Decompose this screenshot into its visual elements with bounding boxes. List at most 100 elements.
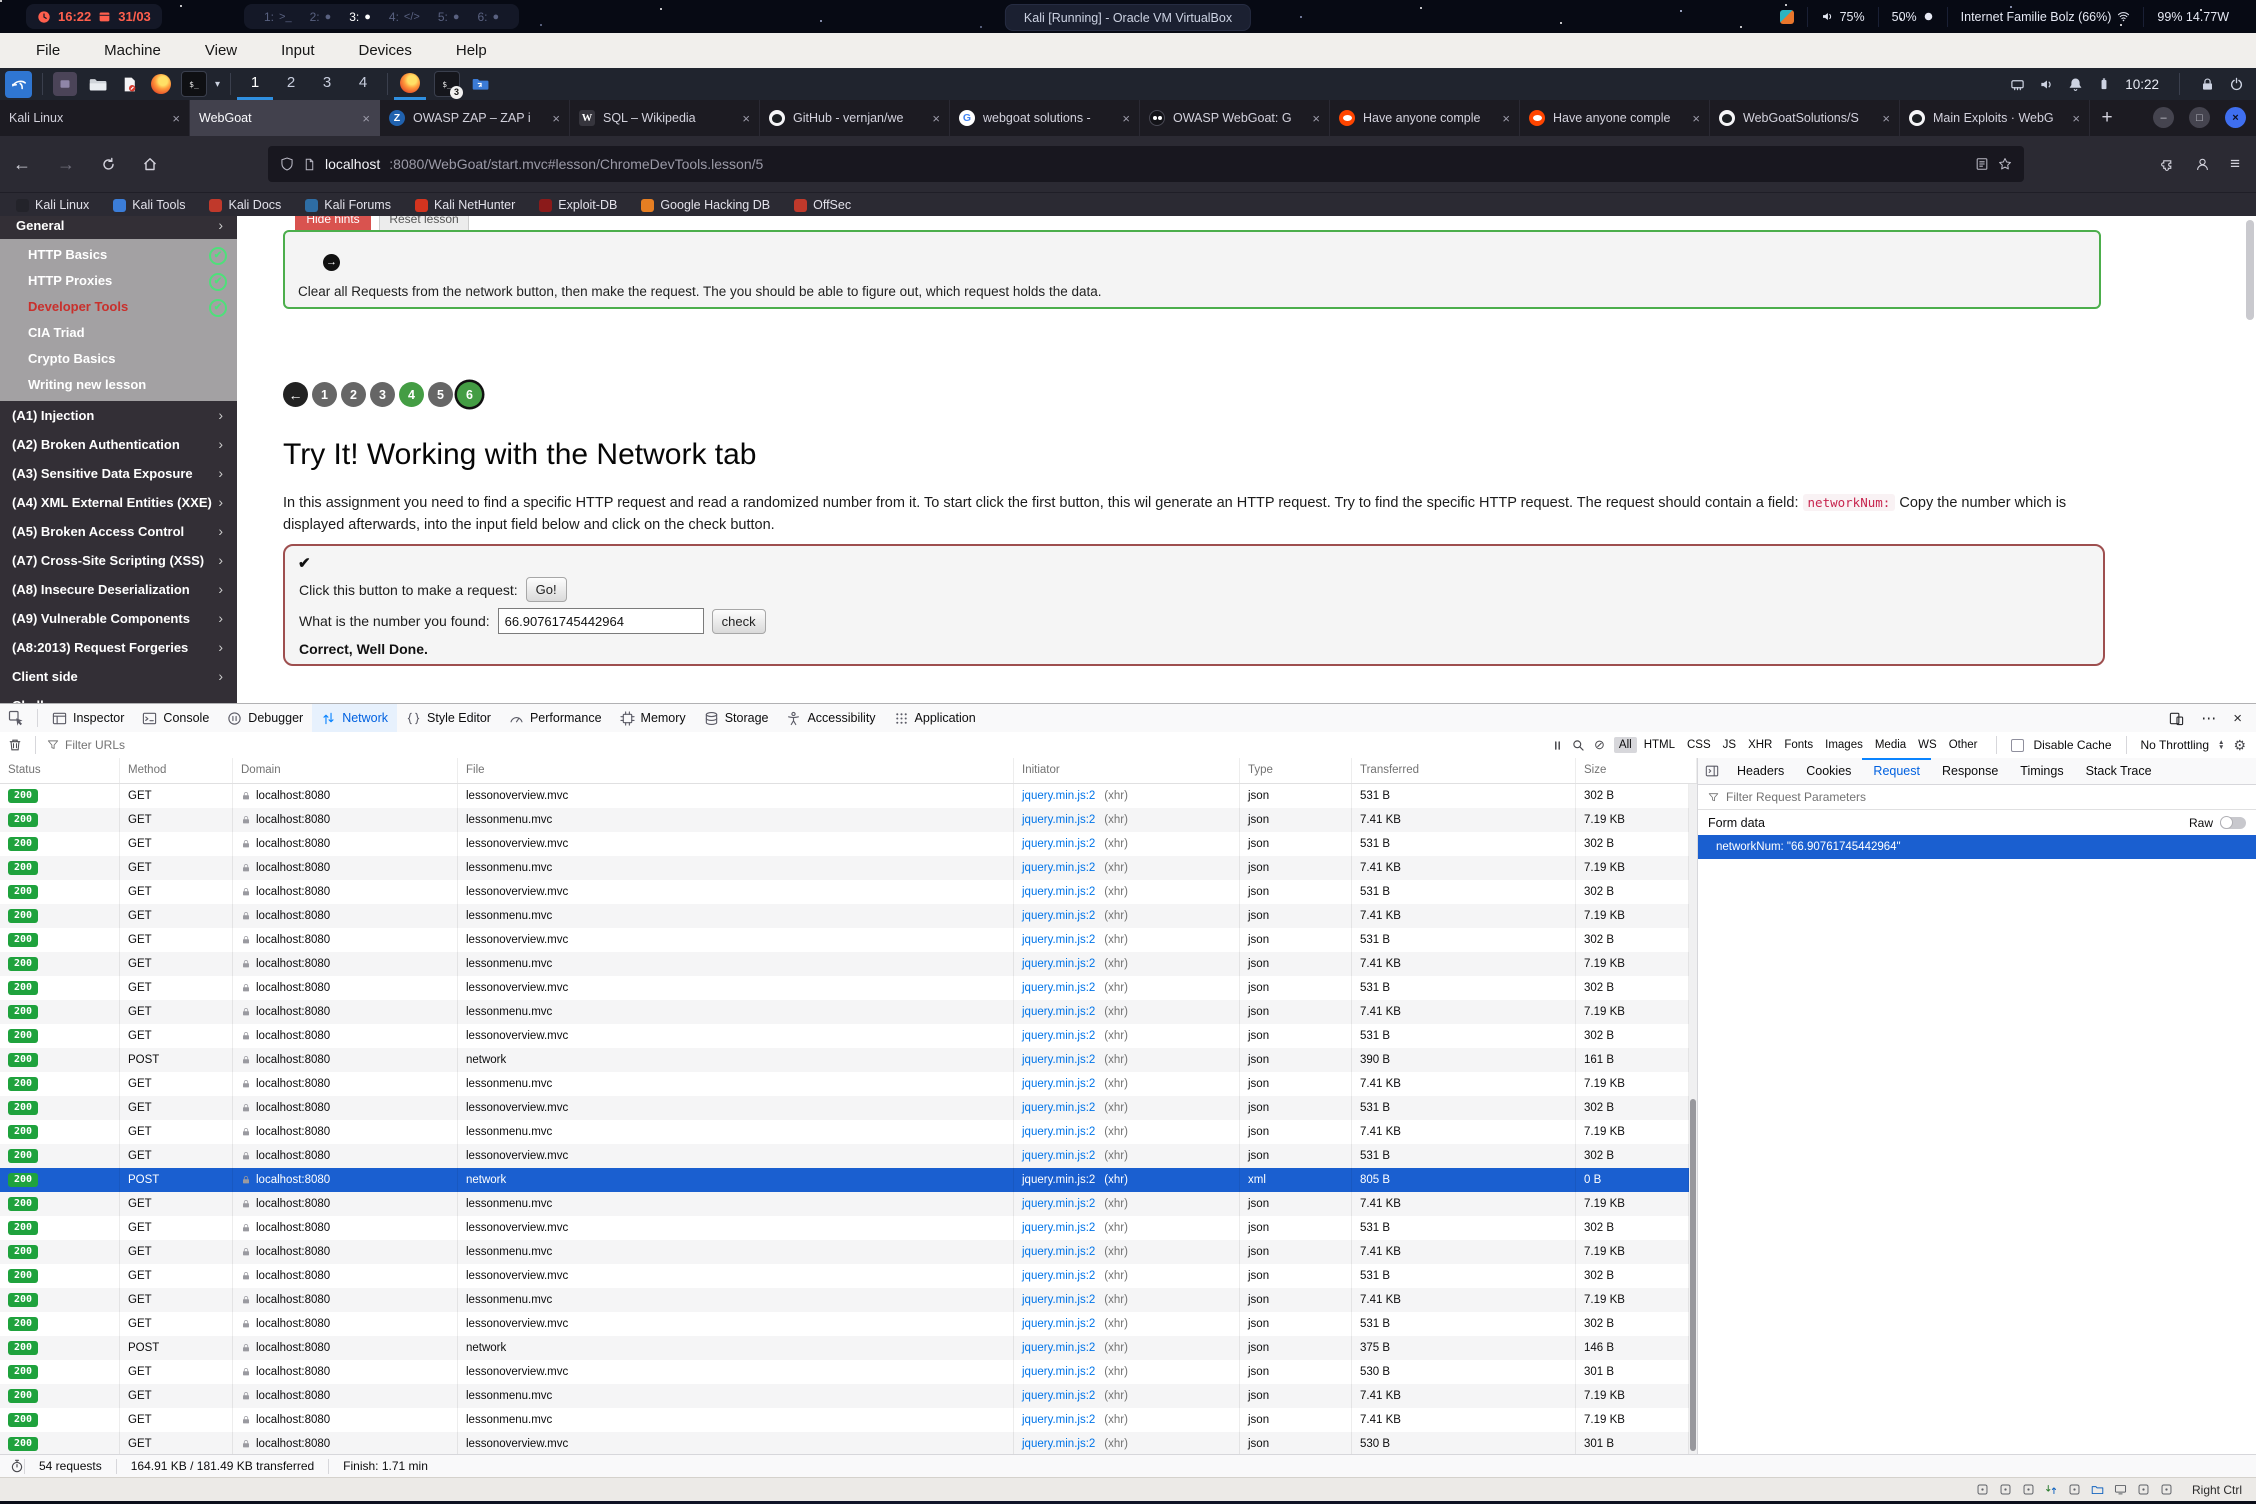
tab-close-icon[interactable]: × xyxy=(172,111,180,126)
browser-tab-sql-wikipedia[interactable]: WSQL – Wikipedia× xyxy=(570,100,760,136)
page-scrollbar[interactable] xyxy=(2246,220,2254,320)
network-request-row[interactable]: 200GETlocalhost:8080lessonmenu.mvcjquery… xyxy=(0,1072,1689,1096)
tab-close-icon[interactable]: × xyxy=(2072,111,2080,126)
initiator-link[interactable]: jquery.min.js:2 xyxy=(1022,976,1095,1000)
new-tab-button[interactable]: + xyxy=(2090,107,2124,129)
tab-close-icon[interactable]: × xyxy=(1502,111,1510,126)
bookmark-kali-linux[interactable]: Kali Linux xyxy=(16,198,89,212)
network-request-row[interactable]: 200GETlocalhost:8080lessonmenu.mvcjquery… xyxy=(0,904,1689,928)
filter-type-css[interactable]: CSS xyxy=(1682,737,1716,753)
pick-element-icon[interactable] xyxy=(8,710,24,726)
filter-urls-input[interactable]: Filter URLs xyxy=(65,738,125,752)
bookmark-kali-nethunter[interactable]: Kali NetHunter xyxy=(415,198,515,212)
pagination-page-6[interactable]: 6 xyxy=(457,382,482,407)
network-request-row[interactable]: 200GETlocalhost:8080lessonmenu.mvcjquery… xyxy=(0,1408,1689,1432)
initiator-link[interactable]: jquery.min.js:2 xyxy=(1022,832,1095,856)
devtools-tab-network[interactable]: Network xyxy=(312,704,397,732)
reload-button[interactable] xyxy=(101,157,116,172)
firefox-launcher-icon[interactable] xyxy=(149,72,173,96)
sidebar-category-a5-broken-access-control[interactable]: (A5) Broken Access Control› xyxy=(0,517,237,546)
pagination-page-4[interactable]: 4 xyxy=(399,382,424,407)
detail-tab-response[interactable]: Response xyxy=(1931,758,2009,784)
close-window-button[interactable]: × xyxy=(2225,107,2246,128)
clear-requests-icon[interactable] xyxy=(8,738,22,752)
filter-type-ws[interactable]: WS xyxy=(1913,737,1942,753)
bookmark-kali-tools[interactable]: Kali Tools xyxy=(113,198,185,212)
bookmark-kali-forums[interactable]: Kali Forums xyxy=(305,198,391,212)
vbox-menu-machine[interactable]: Machine xyxy=(104,42,161,59)
home-button[interactable] xyxy=(142,156,158,172)
devtools-tab-storage[interactable]: Storage xyxy=(695,704,778,732)
devtools-tab-memory[interactable]: Memory xyxy=(611,704,695,732)
pause-requests-icon[interactable] xyxy=(1552,740,1563,751)
sidebar-lesson-writing-new-lesson[interactable]: Writing new lesson xyxy=(0,372,237,398)
guest-workspace-2[interactable]: 2 xyxy=(273,68,309,100)
chevron-down-icon[interactable]: ▾ xyxy=(215,79,220,90)
initiator-link[interactable]: jquery.min.js:2 xyxy=(1022,1240,1095,1264)
initiator-link[interactable]: jquery.min.js:2 xyxy=(1022,1024,1095,1048)
pagination-page-5[interactable]: 5 xyxy=(428,382,453,407)
initiator-link[interactable]: jquery.min.js:2 xyxy=(1022,1288,1095,1312)
host-workspace-1[interactable]: 1:>_ xyxy=(255,10,301,24)
hint-arrow-icon[interactable]: → xyxy=(323,254,340,271)
host-clock-widget[interactable]: 16:22 31/03 xyxy=(26,4,162,29)
brightness-tray-item[interactable]: 50% xyxy=(1878,7,1947,27)
devtools-tab-inspector[interactable]: Inspector xyxy=(43,704,133,732)
initiator-link[interactable]: jquery.min.js:2 xyxy=(1022,1216,1095,1240)
sidebar-category-challenges[interactable]: Challenges› xyxy=(0,691,237,703)
form-data-param-row[interactable]: networkNum: "66.90761745442964" xyxy=(1698,835,2256,859)
initiator-link[interactable]: jquery.min.js:2 xyxy=(1022,1168,1095,1192)
devtools-tab-debugger[interactable]: Debugger xyxy=(218,704,312,732)
pagination-page-2[interactable]: 2 xyxy=(341,382,366,407)
network-settings-gear-icon[interactable]: ⚙ xyxy=(2233,737,2246,754)
browser-tab-webgoatsolutions-s[interactable]: WebGoatSolutions/S× xyxy=(1710,100,1900,136)
tab-close-icon[interactable]: × xyxy=(742,111,750,126)
browser-tab-owasp-zap-zap-i[interactable]: ZOWASP ZAP – ZAP i× xyxy=(380,100,570,136)
initiator-link[interactable]: jquery.min.js:2 xyxy=(1022,1384,1095,1408)
detail-tab-headers[interactable]: Headers xyxy=(1726,758,1795,784)
network-request-row[interactable]: 200GETlocalhost:8080lessonoverview.mvcjq… xyxy=(0,1432,1689,1455)
filter-type-js[interactable]: JS xyxy=(1718,737,1741,753)
network-request-row[interactable]: 200POSTlocalhost:8080networkjquery.min.j… xyxy=(0,1048,1689,1072)
initiator-link[interactable]: jquery.min.js:2 xyxy=(1022,1192,1095,1216)
sidebar-category-a2-broken-authentication[interactable]: (A2) Broken Authentication› xyxy=(0,430,237,459)
volume-tray-item[interactable]: 75% xyxy=(1807,7,1878,27)
detail-tab-request[interactable]: Request xyxy=(1862,758,1931,784)
column-header-status[interactable]: Status xyxy=(0,758,120,783)
network-request-row[interactable]: 200GETlocalhost:8080lessonoverview.mvcjq… xyxy=(0,1360,1689,1384)
text-editor-icon[interactable] xyxy=(117,72,141,96)
initiator-link[interactable]: jquery.min.js:2 xyxy=(1022,952,1095,976)
sidebar-lesson-developer-tools[interactable]: Developer Tools✔ xyxy=(0,294,237,320)
tracking-shield-icon[interactable] xyxy=(280,157,294,171)
network-request-row[interactable]: 200GETlocalhost:8080lessonmenu.mvcjquery… xyxy=(0,952,1689,976)
host-workspace-5[interactable]: 5:● xyxy=(429,10,469,24)
browser-tab-kali-linux[interactable]: Kali Linux× xyxy=(0,100,190,136)
column-header-size[interactable]: Size xyxy=(1576,758,1697,783)
filter-type-all[interactable]: All xyxy=(1614,737,1637,753)
initiator-link[interactable]: jquery.min.js:2 xyxy=(1022,1264,1095,1288)
column-header-type[interactable]: Type xyxy=(1240,758,1352,783)
filter-type-html[interactable]: HTML xyxy=(1639,737,1680,753)
network-request-row[interactable]: 200GETlocalhost:8080lessonmenu.mvcjquery… xyxy=(0,1000,1689,1024)
filter-type-fonts[interactable]: Fonts xyxy=(1779,737,1818,753)
host-workspace-2[interactable]: 2:● xyxy=(301,10,341,24)
column-header-method[interactable]: Method xyxy=(120,758,233,783)
guest-workspace-1[interactable]: 1 xyxy=(237,68,273,100)
devtools-tab-style-editor[interactable]: Style Editor xyxy=(397,704,500,732)
initiator-link[interactable]: jquery.min.js:2 xyxy=(1022,928,1095,952)
sidebar-lesson-http-proxies[interactable]: HTTP Proxies✔ xyxy=(0,268,237,294)
browser-tab-have-anyone-comple[interactable]: Have anyone comple× xyxy=(1520,100,1710,136)
terminal-launcher-icon[interactable]: $_ xyxy=(181,71,207,97)
speaker-icon[interactable] xyxy=(2039,77,2054,92)
tab-close-icon[interactable]: × xyxy=(552,111,560,126)
filter-type-other[interactable]: Other xyxy=(1944,737,1983,753)
network-request-row[interactable]: 200GETlocalhost:8080lessonmenu.mvcjquery… xyxy=(0,1288,1689,1312)
vbox-menu-devices[interactable]: Devices xyxy=(359,42,412,59)
back-button[interactable]: ← xyxy=(13,154,31,175)
sidebar-item-general[interactable]: General › xyxy=(0,216,237,239)
filter-request-parameters-input[interactable]: Filter Request Parameters xyxy=(1726,790,1866,804)
url-bar[interactable]: localhost:8080/WebGoat/start.mvc#lesson/… xyxy=(268,146,2024,182)
browser-tab-have-anyone-comple[interactable]: Have anyone comple× xyxy=(1330,100,1520,136)
browser-tab-github-vernjan-we[interactable]: GitHub - vernjan/we× xyxy=(760,100,950,136)
column-header-transferred[interactable]: Transferred xyxy=(1352,758,1576,783)
